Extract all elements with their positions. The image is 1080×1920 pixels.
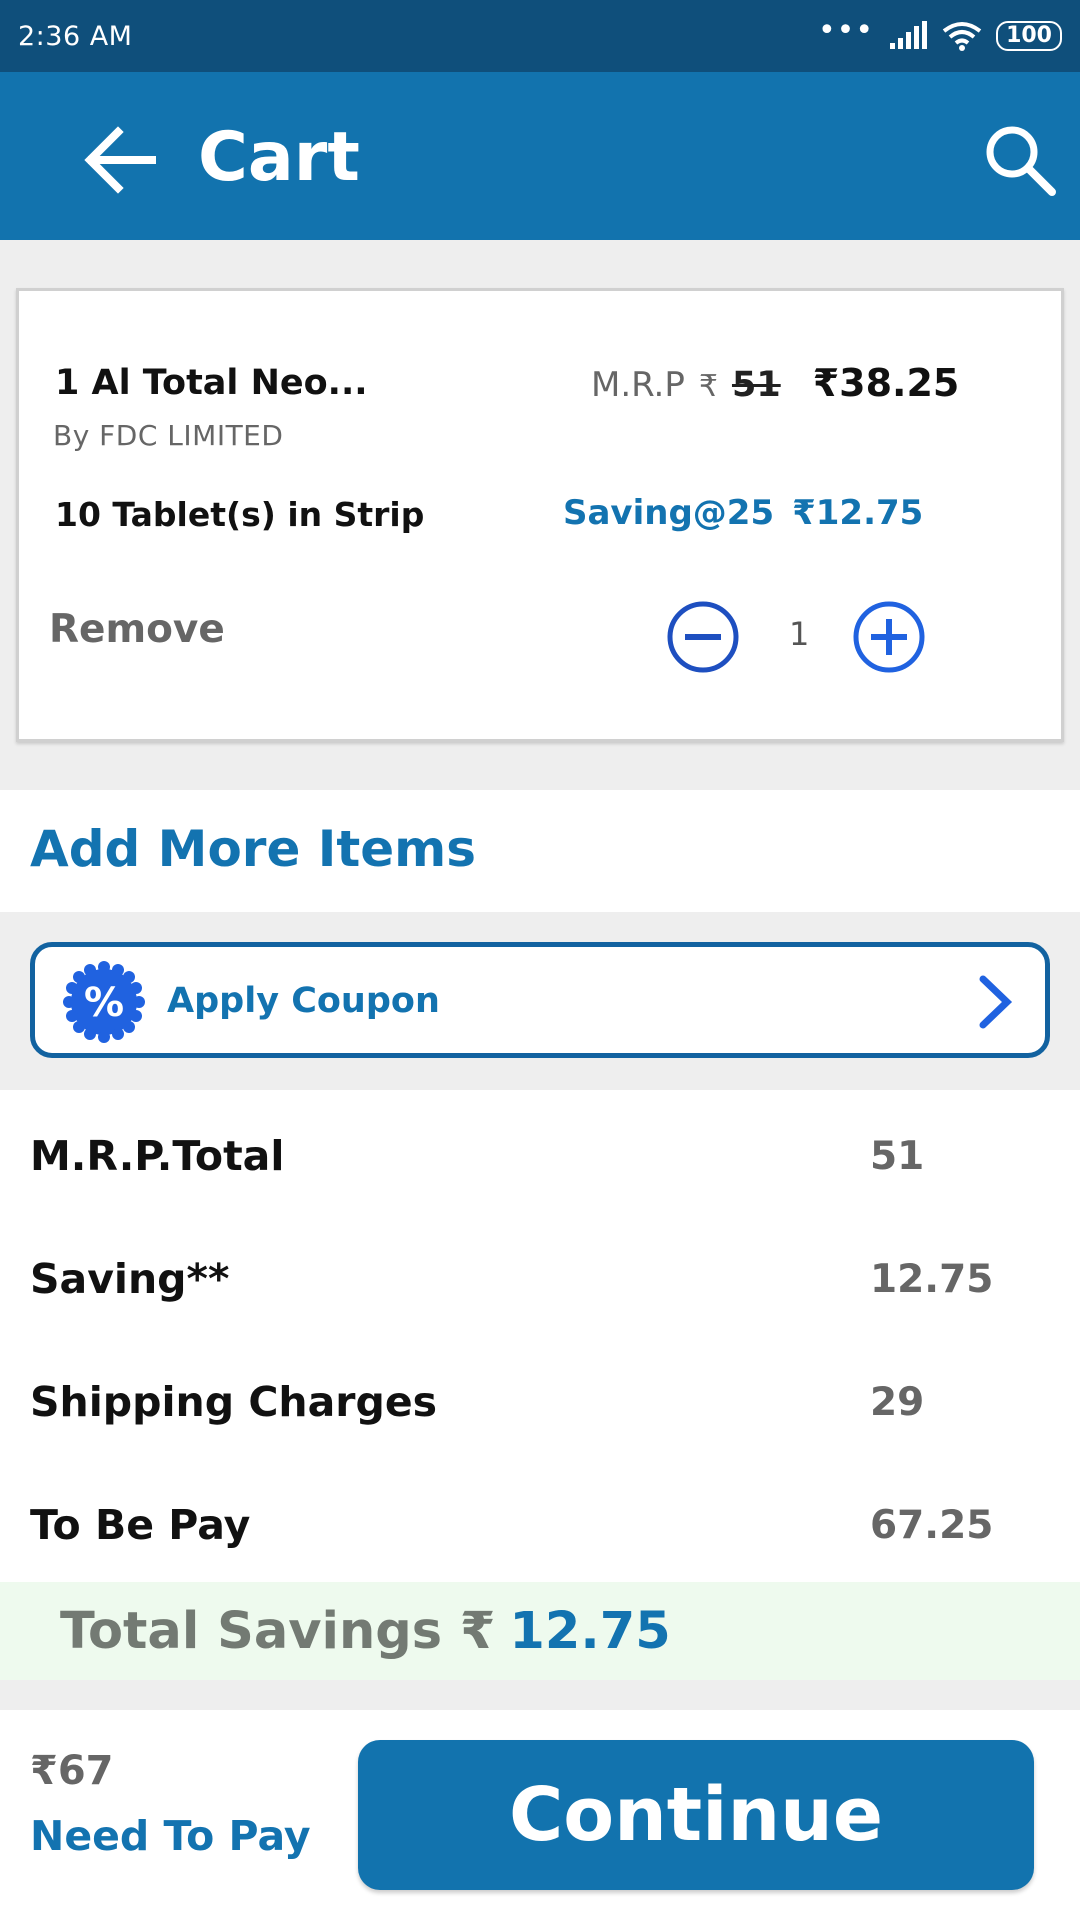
summary-label: Shipping Charges [30,1378,438,1426]
product-name[interactable]: 1 Al Total Neo... [55,363,368,403]
summary-label: To Be Pay [30,1501,251,1549]
quantity-value: 1 [789,615,810,653]
back-button[interactable] [82,120,162,200]
summary-value: 12.75 [870,1257,994,1302]
summary-value: 67.25 [870,1503,994,1548]
wifi-icon [942,22,982,51]
summary-row-mrp-total: M.R.P.Total 51 [0,1122,1080,1202]
continue-button[interactable]: Continue [358,1740,1034,1890]
summary-label: M.R.P.Total [30,1132,285,1180]
summary-value: 51 [870,1134,925,1179]
app-bar: Cart [0,72,1080,240]
cart-item-card: 1 Al Total Neo... By FDC LIMITED 10 Tabl… [16,288,1064,742]
search-button[interactable] [980,120,1060,200]
battery-icon: 100 [996,21,1062,51]
page-title: Cart [198,118,360,197]
mrp-label: M.R.P [591,365,685,405]
summary-value: 29 [870,1380,925,1425]
saving-label: Saving@25 [563,493,775,533]
currency-symbol: ₹ [698,369,718,404]
status-time: 2:36 AM [18,20,133,52]
total-savings-banner: Total Savings ₹12.75 [0,1582,1080,1680]
mrp-strikethrough: 51 [731,365,781,405]
summary-row-shipping: Shipping Charges 29 [0,1368,1080,1448]
chevron-right-icon [973,973,1017,1031]
signal-icon [890,21,928,49]
status-bar: 2:36 AM ••• 100 [0,0,1080,72]
product-pack-size: 10 Tablet(s) in Strip [55,495,425,534]
summary-row-saving: Saving** 12.75 [0,1245,1080,1325]
remove-button[interactable]: Remove [49,607,225,652]
need-to-pay-amount: ₹67 [30,1748,114,1794]
summary-row-to-be-pay: To Be Pay 67.25 [0,1491,1080,1571]
need-to-pay-label: Need To Pay [30,1812,311,1860]
more-dots-icon: ••• [817,13,875,48]
minus-circle-icon [667,601,739,673]
decrease-quantity-button[interactable] [665,599,741,675]
coupon-percent-symbol: % [84,980,124,1026]
discounted-price: ₹38.25 [812,361,960,405]
add-more-section: Add More Items [0,790,1080,912]
status-icons: ••• 100 [818,16,1062,51]
apply-coupon-label: Apply Coupon [167,981,440,1021]
apply-coupon-button[interactable]: % Apply Coupon [30,942,1050,1058]
product-manufacturer: By FDC LIMITED [53,419,284,452]
add-more-items-link[interactable]: Add More Items [30,820,476,878]
plus-circle-icon [853,601,925,673]
saving-amount: ₹12.75 [792,493,924,533]
summary-label: Saving** [30,1255,230,1303]
search-icon [986,126,1056,196]
total-savings-label: Total Savings ₹ [60,1602,496,1661]
saving-line: Saving@25 ₹12.75 [563,493,923,533]
increase-quantity-button[interactable] [851,599,927,675]
price-row: M.R.P ₹ 51 ₹38.25 [591,361,959,405]
checkout-bar: ₹67 Need To Pay Continue [0,1710,1080,1920]
price-summary: M.R.P.Total 51 Saving** 12.75 Shipping C… [0,1090,1080,1582]
total-savings-amount: 12.75 [509,1602,671,1661]
total-savings-text: Total Savings ₹12.75 [60,1602,671,1661]
arrow-left-icon [84,126,156,194]
coupon-badge-icon: % [63,961,145,1043]
